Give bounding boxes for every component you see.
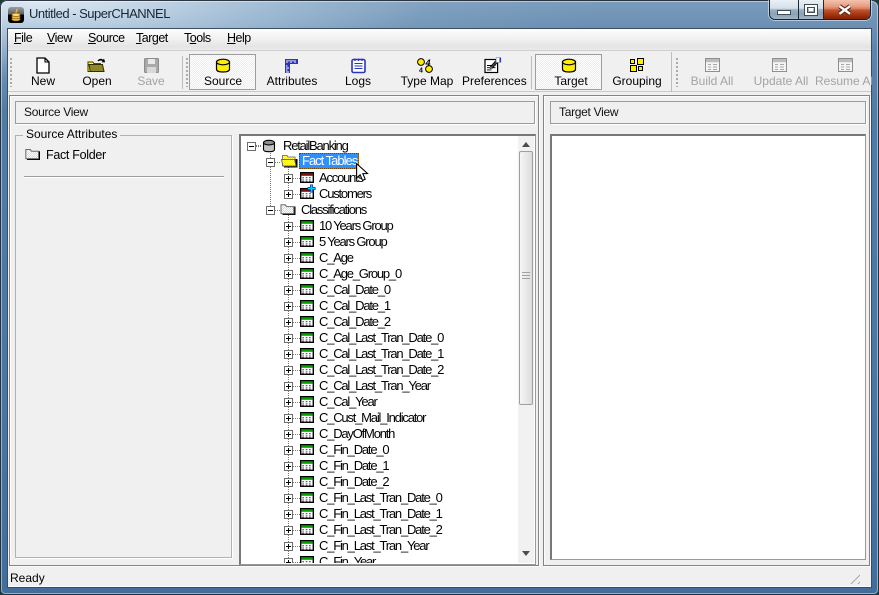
svg-text:4: 4	[419, 68, 423, 74]
